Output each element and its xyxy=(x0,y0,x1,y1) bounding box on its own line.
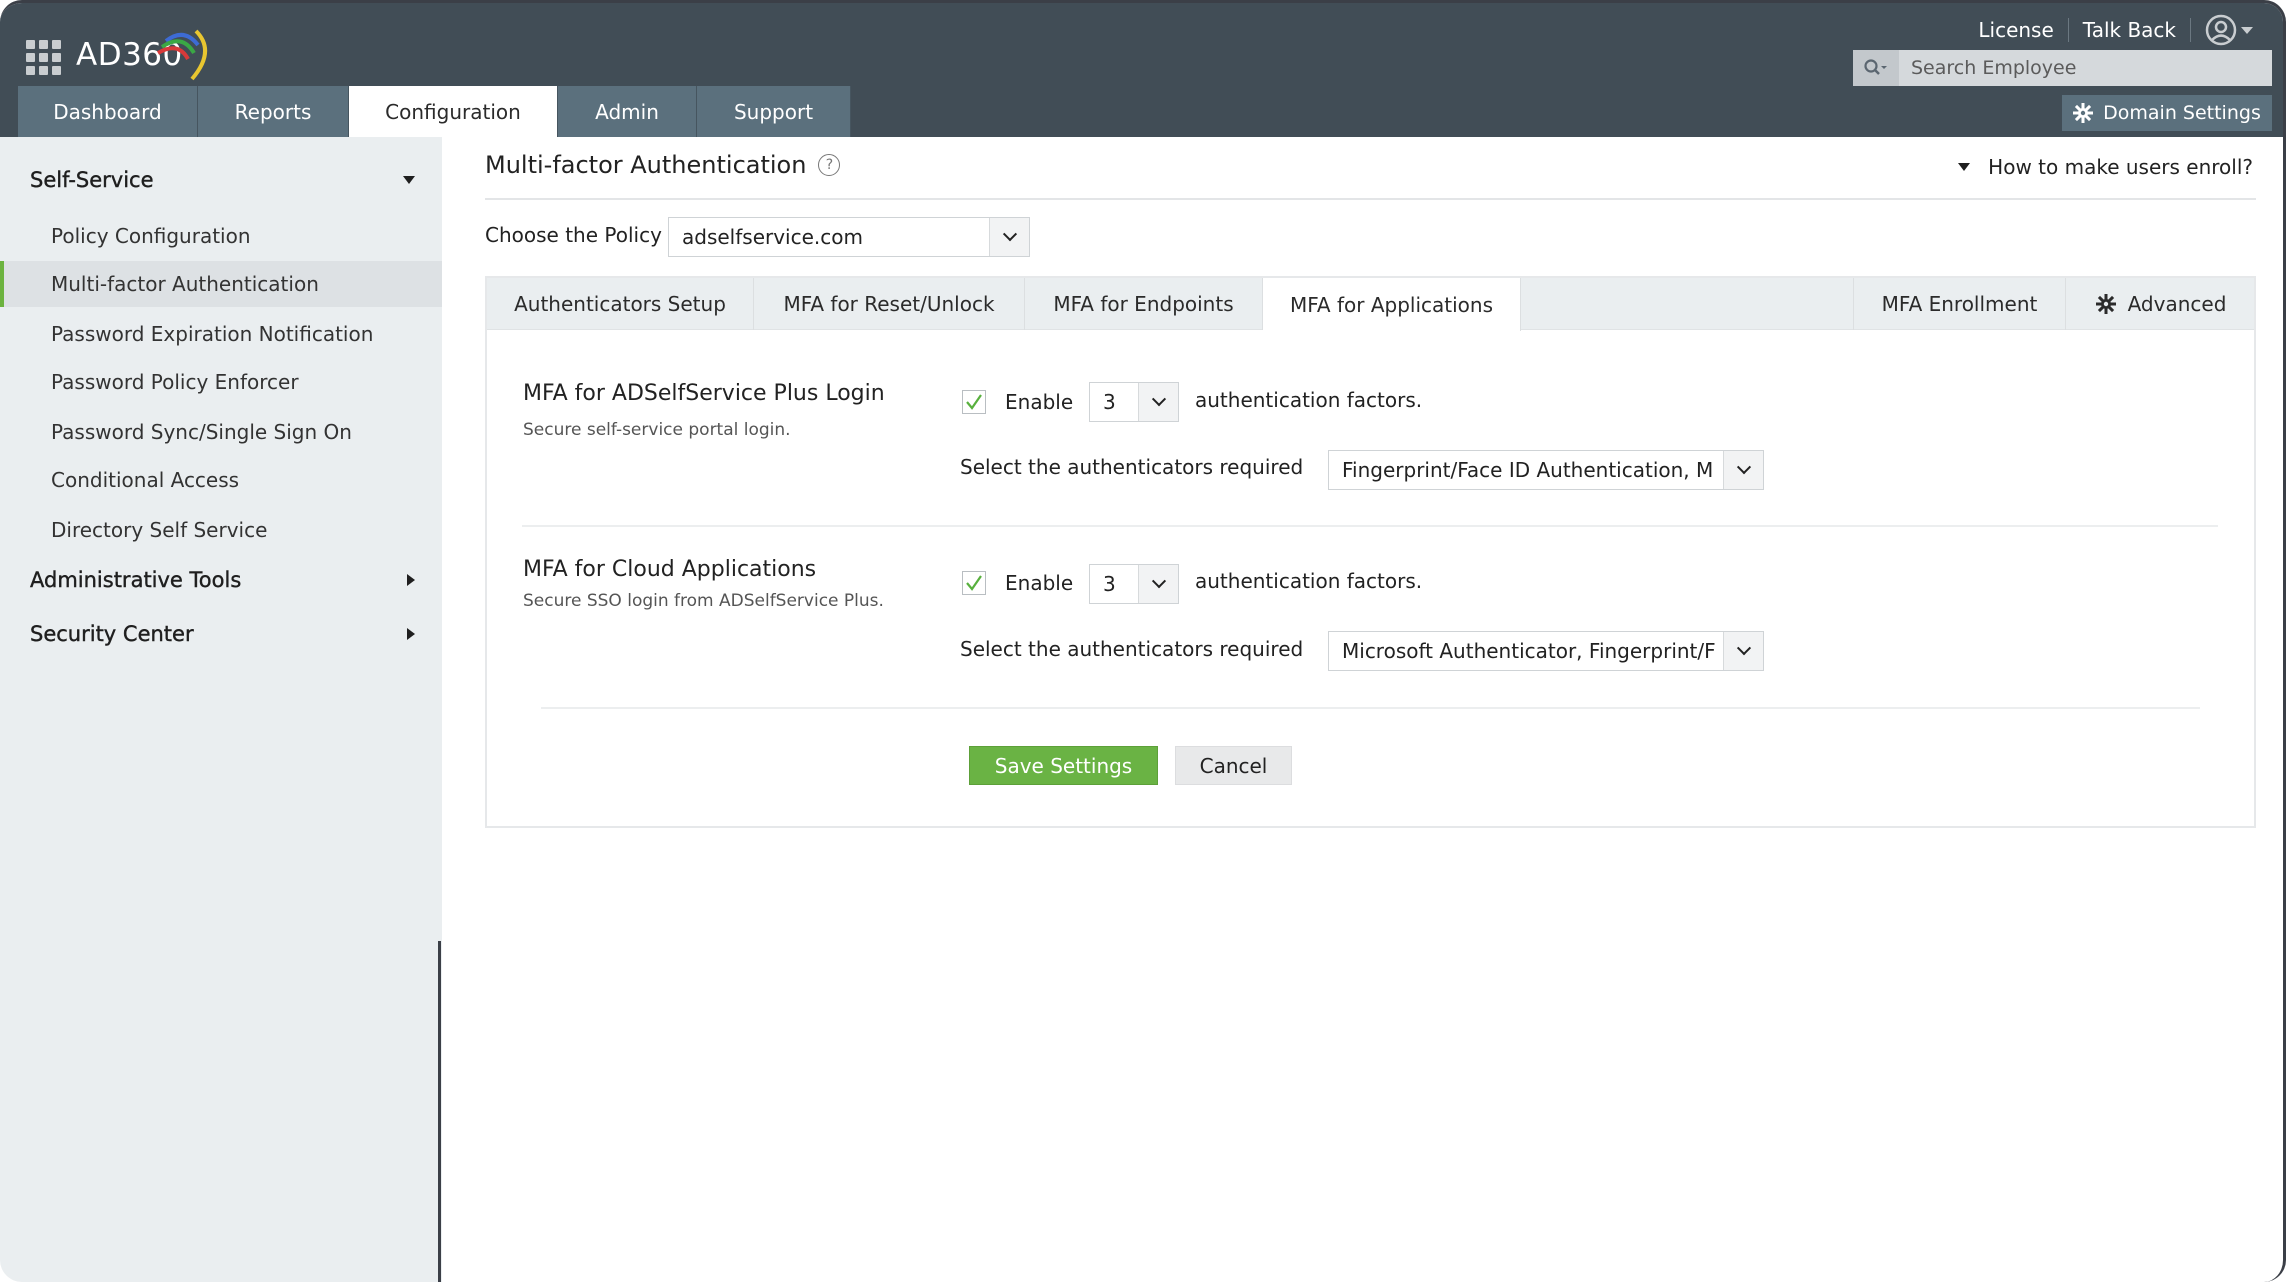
enable-label: Enable xyxy=(1005,390,1074,414)
sidebar-item-multi-factor-authentication[interactable]: Multi-factor Authentication xyxy=(0,261,442,307)
sidebar-item-password-sync-sso[interactable]: Password Sync/Single Sign On xyxy=(0,409,442,455)
sidebar-group-label: Administrative Tools xyxy=(30,568,242,592)
sidebar-group-administrative-tools[interactable]: Administrative Tools xyxy=(30,568,415,592)
caret-right-icon xyxy=(407,574,415,586)
gear-icon xyxy=(2095,294,2116,314)
section-desc-cloud-applications: Secure SSO login from ADSelfService Plus… xyxy=(523,591,884,611)
policy-select[interactable]: adselfservice.com xyxy=(668,217,1030,257)
nav-tab-admin[interactable]: Admin xyxy=(558,86,697,137)
divider xyxy=(541,707,2200,709)
tab-mfa-applications[interactable]: MFA for Applications xyxy=(1263,278,1521,331)
enable-checkbox-cloud-applications[interactable] xyxy=(962,571,986,595)
section-title-cloud-applications: MFA for Cloud Applications xyxy=(523,557,817,582)
authenticators-select-adselfservice-login[interactable]: Fingerprint/Face ID Authentication, M xyxy=(1328,450,1764,490)
nav-tab-reports[interactable]: Reports xyxy=(198,86,349,137)
policy-select-value: adselfservice.com xyxy=(682,225,863,249)
chevron-down-icon xyxy=(1138,565,1178,603)
chevron-down-icon xyxy=(989,218,1029,256)
authenticators-select-cloud-applications[interactable]: Microsoft Authenticator, Fingerprint/F xyxy=(1328,631,1764,671)
divider xyxy=(485,198,2256,200)
domain-settings-button[interactable]: Domain Settings xyxy=(2062,95,2272,131)
tab-advanced-label: Advanced xyxy=(2127,292,2227,316)
sidebar-item-policy-configuration[interactable]: Policy Configuration xyxy=(0,213,442,259)
factor-suffix: authentication factors. xyxy=(1195,569,1423,593)
user-avatar-icon xyxy=(2205,14,2237,46)
section-title-adselfservice-login: MFA for ADSelfService Plus Login xyxy=(523,381,885,406)
gear-icon xyxy=(2073,103,2094,123)
tab-mfa-enrollment[interactable]: MFA Enrollment xyxy=(1853,278,2065,330)
tab-mfa-reset-unlock[interactable]: MFA for Reset/Unlock xyxy=(754,278,1025,330)
sidebar-group-self-service[interactable]: Self-Service xyxy=(30,168,415,192)
divider xyxy=(522,525,2218,527)
authenticators-label: Select the authenticators required xyxy=(960,455,1304,479)
sidebar-item-password-policy-enforcer[interactable]: Password Policy Enforcer xyxy=(0,359,442,405)
top-header: AD360 Dashboard Reports Configuration Ad… xyxy=(0,3,2283,137)
chevron-down-icon xyxy=(1138,383,1178,421)
authenticators-value: Microsoft Authenticator, Fingerprint/F xyxy=(1342,639,1716,663)
enable-checkbox-adselfservice-login[interactable] xyxy=(962,390,986,414)
help-icon[interactable]: ? xyxy=(818,154,841,176)
chevron-down-icon xyxy=(2241,26,2253,34)
nav-tab-dashboard[interactable]: Dashboard xyxy=(18,86,198,137)
section-desc-adselfservice-login: Secure self-service portal login. xyxy=(523,420,791,440)
chevron-down-icon xyxy=(1723,451,1763,489)
logo-arc-icon xyxy=(156,29,207,81)
sidebar-group-security-center[interactable]: Security Center xyxy=(30,622,415,646)
caret-right-icon xyxy=(407,628,415,640)
search-options-button[interactable] xyxy=(1853,50,1899,86)
search-input[interactable] xyxy=(1899,50,2272,86)
how-to-enroll-label: How to make users enroll? xyxy=(1988,155,2253,179)
caret-down-icon xyxy=(1958,163,1971,171)
app-grid-icon[interactable] xyxy=(26,40,62,76)
sidebar-item-password-expiration-notification[interactable]: Password Expiration Notification xyxy=(0,311,442,357)
top-links: License Talk Back xyxy=(1964,13,2253,47)
page-title-text: Multi-factor Authentication xyxy=(485,151,807,179)
sidebar-item-conditional-access[interactable]: Conditional Access xyxy=(0,457,442,503)
cancel-button[interactable]: Cancel xyxy=(1175,746,1292,785)
license-link[interactable]: License xyxy=(1964,18,2067,42)
choose-policy-label: Choose the Policy xyxy=(485,223,662,247)
chevron-down-icon xyxy=(1723,632,1763,670)
sidebar-group-label: Security Center xyxy=(30,622,194,646)
search-employee xyxy=(1853,50,2272,86)
mfa-tabs: Authenticators Setup MFA for Reset/Unloc… xyxy=(487,278,2256,331)
user-menu[interactable] xyxy=(2205,14,2253,46)
factor-count-value: 3 xyxy=(1103,572,1116,596)
talk-back-link[interactable]: Talk Back xyxy=(2069,18,2190,42)
factor-count-value: 3 xyxy=(1103,390,1116,414)
nav-tab-support[interactable]: Support xyxy=(697,86,851,137)
save-settings-button[interactable]: Save Settings xyxy=(969,746,1158,785)
caret-down-icon xyxy=(403,176,415,184)
checkmark-icon xyxy=(966,394,982,410)
sidebar-group-label: Self-Service xyxy=(30,168,154,192)
checkmark-icon xyxy=(966,575,982,591)
enable-label: Enable xyxy=(1005,571,1074,595)
app-window: AD360 Dashboard Reports Configuration Ad… xyxy=(0,0,2286,1282)
authenticators-value: Fingerprint/Face ID Authentication, M xyxy=(1342,458,1714,482)
authenticators-label: Select the authenticators required xyxy=(960,637,1304,661)
tab-mfa-endpoints[interactable]: MFA for Endpoints xyxy=(1025,278,1263,330)
domain-settings-label: Domain Settings xyxy=(2103,102,2261,124)
factor-count-select-adselfservice-login[interactable]: 3 xyxy=(1089,382,1179,422)
tab-advanced[interactable]: Advanced xyxy=(2065,278,2256,330)
sidebar-resize-handle[interactable] xyxy=(438,941,441,1282)
factor-suffix: authentication factors. xyxy=(1195,388,1423,412)
search-icon xyxy=(1864,59,1887,75)
sidebar-item-directory-self-service[interactable]: Directory Self Service xyxy=(0,507,442,553)
sidebar: Self-Service Policy Configuration Multi-… xyxy=(0,137,442,1282)
tab-authenticators-setup[interactable]: Authenticators Setup xyxy=(487,278,754,330)
nav-tab-configuration[interactable]: Configuration xyxy=(349,86,558,137)
main-nav-tabs: Dashboard Reports Configuration Admin Su… xyxy=(18,86,851,137)
how-to-enroll-link[interactable]: How to make users enroll? xyxy=(1958,155,2253,179)
page-title: Multi-factor Authentication ? xyxy=(485,151,841,179)
separator xyxy=(2190,18,2191,42)
mfa-settings-panel: Authenticators Setup MFA for Reset/Unloc… xyxy=(485,276,2256,828)
factor-count-select-cloud-applications[interactable]: 3 xyxy=(1089,564,1179,604)
